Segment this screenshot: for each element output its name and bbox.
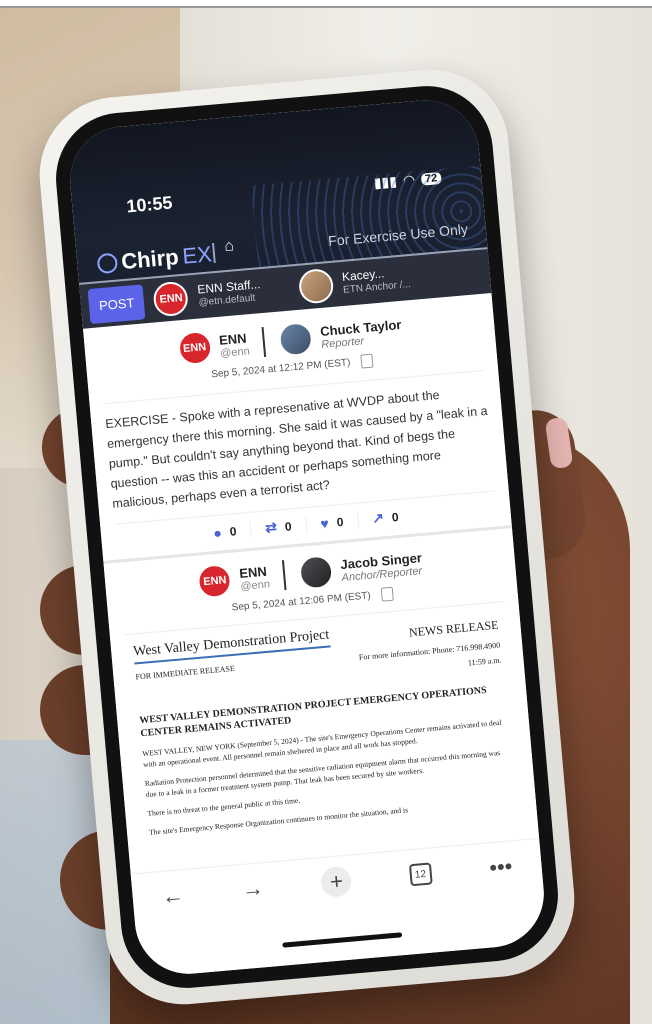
status-time: 10:55 — [125, 192, 174, 217]
copy-icon[interactable] — [380, 586, 395, 602]
phone-bezel: 10:55 ▮▮▮ ◠ 72 Chirp EX ⌂ For Exercise Us… — [50, 80, 564, 994]
org-info: ENN @enn — [239, 563, 271, 592]
logo-main-text: Chirp — [120, 244, 180, 275]
feed[interactable]: ENN ENN @enn Chuck Taylor Reporter Sep 5… — [83, 294, 540, 875]
author-avatar[interactable] — [277, 320, 315, 358]
org-info: ENN @enn — [218, 330, 250, 359]
repost-action[interactable]: ⇄ 0 — [250, 516, 308, 538]
exercise-notice: For Exercise Use Only — [327, 220, 469, 249]
reply-action[interactable]: ● 0 — [198, 520, 253, 543]
new-tab-button[interactable]: + — [320, 865, 353, 898]
more-icon[interactable]: ••• — [488, 853, 513, 881]
post-card[interactable]: ENN ENN @enn Chuck Taylor Reporter Sep 5… — [83, 294, 513, 564]
status-icons: ▮▮▮ ◠ 72 — [373, 169, 442, 192]
like-count: 0 — [336, 514, 344, 529]
account-enn-staff[interactable]: ENN Staff... @etn.default — [197, 277, 262, 310]
enn-avatar[interactable]: ENN — [152, 280, 190, 318]
heart-icon: ♥ — [319, 514, 330, 532]
org-handle: @enn — [239, 577, 271, 593]
repost-icon: ⇄ — [264, 518, 278, 536]
phone-screen: 10:55 ▮▮▮ ◠ 72 Chirp EX ⌂ For Exercise Us… — [65, 95, 549, 979]
share-action[interactable]: ↗ 0 — [358, 507, 414, 529]
back-arrow-icon[interactable]: ← — [161, 882, 185, 910]
like-action[interactable]: ♥ 0 — [305, 511, 360, 533]
account-kacey[interactable]: Kacey... ETN Anchor /... — [341, 264, 411, 298]
share-count: 0 — [391, 509, 400, 524]
header-divider — [281, 560, 287, 591]
home-indicator[interactable] — [282, 932, 403, 948]
post-card[interactable]: ENN ENN @enn Jacob Singer Anchor/Reporte… — [104, 528, 538, 860]
battery-icon: 72 — [420, 171, 442, 186]
copy-icon[interactable] — [360, 353, 374, 369]
header-divider — [261, 326, 267, 358]
enn-avatar[interactable]: ENN — [196, 562, 234, 600]
top-border — [0, 0, 652, 8]
post-button[interactable]: POST — [87, 283, 146, 324]
post-body: EXERCISE - Spoke with a represenative at… — [103, 369, 494, 514]
home-icon[interactable]: ⌂ — [224, 237, 235, 256]
chirp-logo-icon — [96, 252, 119, 275]
enn-avatar[interactable]: ENN — [176, 329, 214, 367]
doc-news-release: NEWS RELEASE — [408, 617, 499, 640]
forward-arrow-icon[interactable]: → — [241, 875, 265, 903]
header-divider — [212, 242, 216, 264]
wifi-icon: ◠ — [402, 171, 416, 189]
news-release-document[interactable]: West Valley Demonstration Project NEWS R… — [123, 601, 524, 849]
repost-count: 0 — [284, 518, 293, 534]
kacey-avatar[interactable] — [297, 267, 335, 305]
author-info: Chuck Taylor Reporter — [320, 317, 403, 351]
comment-icon: ● — [212, 523, 223, 541]
tabs-button[interactable]: 12 — [408, 862, 433, 887]
share-icon: ↗ — [371, 509, 385, 527]
author-avatar[interactable] — [297, 553, 335, 591]
doc-immediate: FOR IMMEDIATE RELEASE — [135, 663, 236, 682]
logo-ex-text: EX — [181, 241, 213, 269]
signal-icon: ▮▮▮ — [373, 172, 398, 191]
author-info: Jacob Singer Anchor/Reporter — [340, 550, 424, 584]
reply-count: 0 — [229, 523, 237, 539]
org-handle: @enn — [219, 344, 251, 360]
phone: 10:55 ▮▮▮ ◠ 72 Chirp EX ⌂ For Exercise Us… — [33, 63, 581, 1011]
